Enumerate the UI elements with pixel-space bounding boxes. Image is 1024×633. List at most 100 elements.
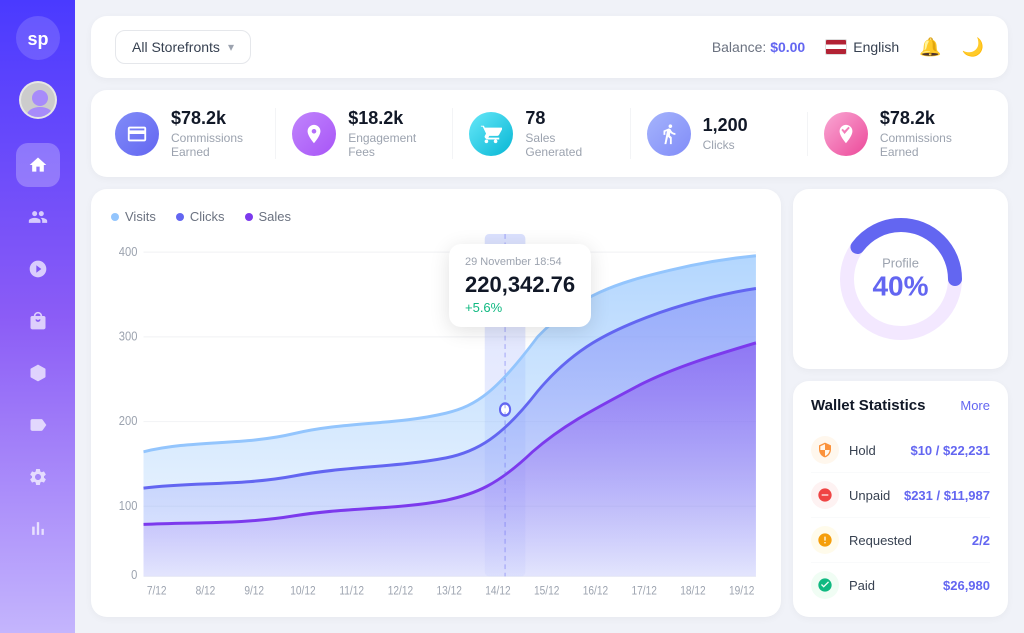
svg-text:13/12: 13/12 [437,585,462,597]
requested-value: 2/2 [972,533,990,548]
notification-icon[interactable]: 🔔 [919,37,941,58]
donut-label: Profile 40% [872,256,928,303]
sidebar-item-settings[interactable] [16,455,60,499]
stat-label-commissions2: Commissions Earned [880,131,968,159]
legend-dot-visits [111,213,119,221]
unpaid-value: $231 / $11,987 [904,488,990,503]
stat-engagement: $18.2k Engagement Fees [276,108,453,159]
main-content: All Storefronts ▾ Balance: $0.00 English… [75,0,1024,633]
logo: sp [16,16,60,65]
wallet-more-link[interactable]: More [960,398,990,413]
legend-label-clicks: Clicks [190,209,225,224]
bottom-section: Visits Clicks Sales [91,189,1008,617]
sidebar-item-bag[interactable] [16,299,60,343]
stat-label-sales: Sales Generated [525,131,613,159]
wallet-row-left-unpaid: Unpaid [811,481,890,509]
chevron-down-icon: ▾ [228,40,234,54]
svg-text:12/12: 12/12 [388,585,413,597]
right-panel: Profile 40% Wallet Statistics More [793,189,1008,617]
svg-text:8/12: 8/12 [196,585,216,597]
requested-label: Requested [849,533,912,548]
svg-text:7/12: 7/12 [147,585,167,597]
legend-label-sales: Sales [259,209,292,224]
stat-icon-sales [469,112,513,156]
paid-value: $26,980 [943,578,990,593]
theme-icon[interactable]: 🌙 [962,37,984,58]
svg-text:14/12: 14/12 [485,585,510,597]
wallet-row-left-requested: Requested [811,526,912,554]
svg-text:300: 300 [119,329,138,344]
hold-label: Hold [849,443,876,458]
stat-value-commissions2: $78.2k [880,108,968,129]
stat-value-commissions: $78.2k [171,108,259,129]
stat-clicks: 1,200 Clicks [631,112,808,156]
legend-dot-sales [245,213,253,221]
legend-label-visits: Visits [125,209,156,224]
balance-label: Balance: $0.00 [712,39,805,55]
svg-text:19/12: 19/12 [729,585,754,597]
wallet-row-unpaid: Unpaid $231 / $11,987 [811,473,990,518]
chart-area: 400 300 200 100 0 [111,234,761,597]
unpaid-label: Unpaid [849,488,890,503]
balance-value: $0.00 [770,39,805,55]
svg-text:18/12: 18/12 [680,585,705,597]
wallet-title: Wallet Statistics [811,397,925,414]
sidebar-item-tag[interactable] [16,403,60,447]
chart-svg: 400 300 200 100 0 [111,234,761,597]
svg-text:400: 400 [119,244,138,259]
svg-text:0: 0 [131,567,137,582]
stat-info-commissions2: $78.2k Commissions Earned [880,108,968,159]
unpaid-icon [811,481,839,509]
sidebar: sp [0,0,75,633]
wallet-row-left-paid: Paid [811,571,875,599]
donut-container: Profile 40% [831,209,971,349]
flag-icon [825,39,847,55]
stat-commissions2: $78.2k Commissions Earned [808,108,984,159]
wallet-row-left-hold: Hold [811,436,876,464]
profile-label: Profile [872,256,928,271]
language-selector[interactable]: English [825,39,899,55]
sidebar-item-design[interactable] [16,247,60,291]
wallet-row-requested: Requested 2/2 [811,518,990,563]
sidebar-item-analytics[interactable] [16,507,60,551]
stat-label-engagement: Engagement Fees [348,131,436,159]
svg-text:10/12: 10/12 [290,585,315,597]
requested-icon [811,526,839,554]
svg-text:11/12: 11/12 [339,585,364,597]
sidebar-item-users[interactable] [16,195,60,239]
stat-icon-commissions2 [824,112,868,156]
stat-icon-engagement [292,112,336,156]
stat-info-engagement: $18.2k Engagement Fees [348,108,436,159]
storefront-label: All Storefronts [132,39,220,55]
paid-label: Paid [849,578,875,593]
legend-dot-clicks [176,213,184,221]
wallet-header: Wallet Statistics More [811,397,990,414]
sidebar-item-home[interactable] [16,143,60,187]
hold-icon [811,436,839,464]
legend-visits: Visits [111,209,156,224]
wallet-row-hold: Hold $10 / $22,231 [811,428,990,473]
avatar[interactable] [19,81,57,119]
stat-value-engagement: $18.2k [348,108,436,129]
svg-text:sp: sp [27,29,48,49]
stat-value-clicks: 1,200 [703,115,748,136]
svg-text:17/12: 17/12 [632,585,657,597]
stat-label-clicks: Clicks [703,138,748,152]
wallet-card: Wallet Statistics More Hold $10 / $22,23… [793,381,1008,617]
language-label: English [853,39,899,55]
header-right: Balance: $0.00 English 🔔 🌙 [712,37,984,58]
stat-value-sales: 78 [525,108,613,129]
stat-info-clicks: 1,200 Clicks [703,115,748,152]
stat-sales: 78 Sales Generated [453,108,630,159]
stat-label-commissions: Commissions Earned [171,131,259,159]
header-bar: All Storefronts ▾ Balance: $0.00 English… [91,16,1008,78]
wallet-row-paid: Paid $26,980 [811,563,990,607]
profile-card: Profile 40% [793,189,1008,369]
paid-icon [811,571,839,599]
storefront-selector[interactable]: All Storefronts ▾ [115,30,251,64]
sidebar-item-cube[interactable] [16,351,60,395]
stat-icon-commissions [115,112,159,156]
stat-info-commissions: $78.2k Commissions Earned [171,108,259,159]
svg-text:9/12: 9/12 [244,585,264,597]
svg-text:100: 100 [119,498,138,513]
